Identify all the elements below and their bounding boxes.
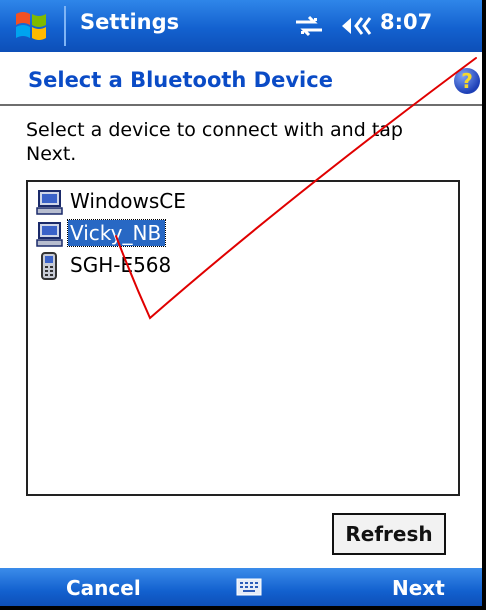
keyboard-icon[interactable] — [236, 578, 262, 596]
next-softkey[interactable]: Next — [392, 576, 445, 600]
instruction-text: Select a device to connect with and tap … — [26, 119, 403, 165]
softkey-bar: Cancel Next — [0, 568, 482, 606]
refresh-button[interactable]: Refresh — [332, 513, 446, 555]
app-title: Settings — [80, 10, 180, 34]
phone-icon — [41, 252, 57, 280]
device-label: Vicky_NB — [66, 219, 167, 247]
clock[interactable]: 8:07 — [380, 10, 432, 34]
device-label: SGH-E568 — [70, 253, 172, 277]
windows-logo-icon — [16, 12, 46, 40]
connectivity-icon[interactable] — [292, 12, 326, 40]
speaker-icon[interactable] — [340, 12, 380, 40]
help-icon[interactable]: ? — [454, 68, 480, 94]
cancel-softkey[interactable]: Cancel — [66, 576, 141, 600]
device-screen: Settings 8:07 Select a Bluetooth Device … — [0, 0, 486, 610]
page-title: Select a Bluetooth Device — [28, 68, 333, 92]
device-list[interactable]: WindowsCE Vicky_NB SGH-E568 — [26, 180, 460, 496]
device-label: WindowsCE — [70, 189, 186, 213]
start-button[interactable] — [0, 0, 64, 52]
title-separator — [64, 6, 66, 46]
computer-icon — [36, 190, 63, 215]
computer-icon — [36, 222, 63, 247]
page-header: Select a Bluetooth Device ? — [0, 52, 482, 106]
title-bar: Settings 8:07 — [0, 0, 482, 52]
